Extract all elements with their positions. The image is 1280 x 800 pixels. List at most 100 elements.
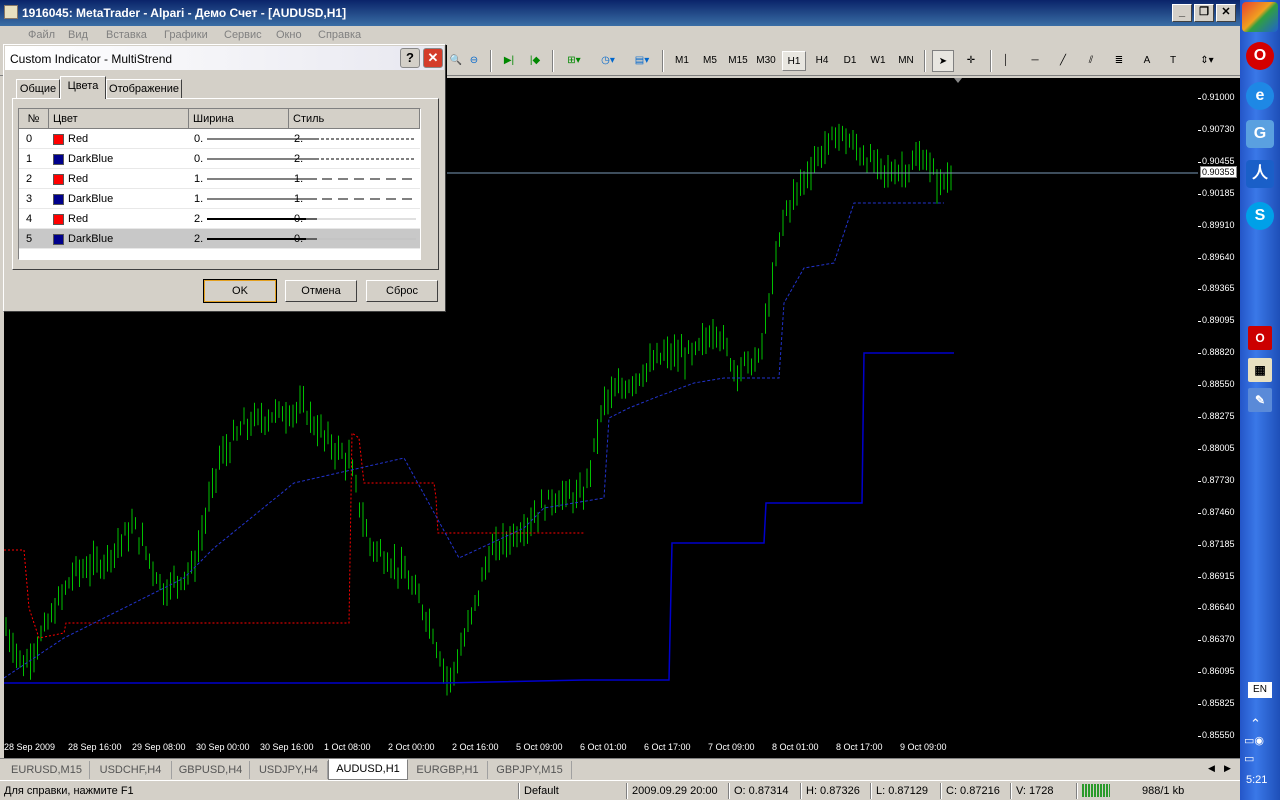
tab-eurusd-m15[interactable]: EURUSD,M15 xyxy=(4,761,90,779)
autoscroll-icon[interactable]: ▶| xyxy=(498,50,520,72)
menu-file[interactable]: Файл xyxy=(28,29,55,41)
color-swatch[interactable] xyxy=(53,194,64,205)
periods-icon[interactable]: ◷▾ xyxy=(594,50,622,72)
row-color-name[interactable]: DarkBlue xyxy=(68,229,113,249)
tab-display[interactable]: Отображение xyxy=(106,79,182,98)
minimize-button[interactable]: _ xyxy=(1172,4,1192,22)
row-width[interactable]: 1. xyxy=(194,189,203,209)
maximize-button[interactable]: ❐ xyxy=(1194,4,1214,22)
tab-usdjpy-h4[interactable]: USDJPY,H4 xyxy=(250,761,328,779)
width-preview-line xyxy=(207,238,317,240)
chart-shift-icon[interactable]: |◆ xyxy=(524,50,546,72)
menu-window[interactable]: Окно xyxy=(276,29,302,41)
tab-gbpjpy-m15[interactable]: GBPJPY,M15 xyxy=(488,761,572,779)
tab-gbpusd-h4[interactable]: GBPUSD,H4 xyxy=(172,761,250,779)
tab-scroll-left-icon[interactable]: ◀ xyxy=(1208,763,1215,774)
metatrader-task-icon[interactable]: ▦ xyxy=(1248,358,1272,382)
text-icon[interactable]: A xyxy=(1136,50,1158,72)
opera-task-icon[interactable]: O xyxy=(1248,326,1272,350)
skype-icon[interactable]: S xyxy=(1246,202,1274,230)
timeframe-m1[interactable]: M1 xyxy=(670,51,694,71)
trendline-icon[interactable]: ╱ xyxy=(1052,50,1074,72)
tab-usdchf-h4[interactable]: USDCHF,H4 xyxy=(90,761,172,779)
price-tick: 0.87185 xyxy=(1202,538,1235,549)
timeframe-h1[interactable]: H1 xyxy=(782,51,806,71)
row-width[interactable]: 2. xyxy=(194,209,203,229)
grid-row-4[interactable]: 4 Red 2. 0. xyxy=(19,209,420,229)
grid-row-0[interactable]: 0 Red 0. 2. xyxy=(19,129,420,149)
menu-tools[interactable]: Сервис xyxy=(224,29,262,41)
row-width[interactable]: 2. xyxy=(194,229,203,249)
internet-explorer-icon[interactable]: e xyxy=(1246,82,1274,110)
arrows-icon[interactable]: ⇕▾ xyxy=(1192,50,1222,72)
timeframe-w1[interactable]: W1 xyxy=(866,51,890,71)
clock[interactable]: 5:21 xyxy=(1246,774,1267,786)
price-axis: 0.91000 0.90730 0.90455 0.90185 0.89910 0.896… xyxy=(1198,78,1240,758)
chart-shift-marker[interactable] xyxy=(954,78,962,83)
timeframe-m15[interactable]: M15 xyxy=(726,51,750,71)
close-button[interactable]: ✕ xyxy=(1216,4,1236,22)
person-app-icon[interactable]: 人 xyxy=(1246,160,1274,188)
status-profile[interactable]: Default xyxy=(524,785,559,797)
tray-network-icon[interactable]: ▭◉ xyxy=(1244,734,1264,747)
zoom-out-icon[interactable]: ⊖ xyxy=(464,50,484,72)
windows-logo-icon[interactable] xyxy=(1242,2,1278,32)
row-width[interactable]: 1. xyxy=(194,169,203,189)
color-swatch[interactable] xyxy=(53,174,64,185)
reset-button[interactable]: Сброс xyxy=(366,280,438,302)
color-swatch[interactable] xyxy=(53,134,64,145)
row-width[interactable]: 0. xyxy=(194,129,203,149)
row-width[interactable]: 0. xyxy=(194,149,203,169)
tab-audusd-h1[interactable]: AUDUSD,H1 xyxy=(328,759,408,780)
price-tick: 0.89640 xyxy=(1202,251,1235,262)
metatrader-window: 1916045: MetaTrader - Alpari - Демо Счет… xyxy=(0,0,1240,800)
status-open: O: 0.87314 xyxy=(734,785,789,797)
app-shortcut-icon[interactable]: G xyxy=(1246,120,1274,148)
crosshair-icon[interactable]: ✛ xyxy=(960,50,982,72)
grid-row-3[interactable]: 3 DarkBlue 1. 1. xyxy=(19,189,420,209)
grid-row-1[interactable]: 1 DarkBlue 0. 2. xyxy=(19,149,420,169)
tab-general[interactable]: Общие xyxy=(16,79,60,98)
tray-icon-chevron[interactable]: ⌃ xyxy=(1250,716,1261,732)
vertical-line-icon[interactable]: │ xyxy=(996,50,1016,72)
color-swatch[interactable] xyxy=(53,234,64,245)
tray-monitor-icon[interactable]: ▭ xyxy=(1244,752,1254,765)
fibonacci-icon[interactable]: ≣ xyxy=(1108,50,1130,72)
row-color-name[interactable]: Red xyxy=(68,209,88,229)
row-color-name[interactable]: DarkBlue xyxy=(68,149,113,169)
timeframe-d1[interactable]: D1 xyxy=(838,51,862,71)
menu-insert[interactable]: Вставка xyxy=(106,29,147,41)
opera-icon[interactable]: O xyxy=(1246,42,1274,70)
timeframe-mn[interactable]: MN xyxy=(894,51,918,71)
language-indicator[interactable]: EN xyxy=(1248,682,1272,698)
tab-colors[interactable]: Цвета xyxy=(60,76,106,99)
help-button[interactable]: ? xyxy=(400,48,420,68)
ok-button[interactable]: OK xyxy=(203,279,277,303)
menu-charts[interactable]: Графики xyxy=(164,29,208,41)
horizontal-line-icon[interactable]: ─ xyxy=(1024,50,1046,72)
cursor-icon[interactable]: ➤ xyxy=(932,50,954,72)
paint-task-icon[interactable]: ✎ xyxy=(1248,388,1272,412)
tab-scroll-right-icon[interactable]: ▶ xyxy=(1224,763,1231,774)
channel-icon[interactable]: ⫽ xyxy=(1080,50,1102,72)
color-swatch[interactable] xyxy=(53,154,64,165)
row-number: 0 xyxy=(26,133,33,145)
add-indicator-icon[interactable]: ⊞▾ xyxy=(560,50,588,72)
row-color-name[interactable]: Red xyxy=(68,169,88,189)
timeframe-h4[interactable]: H4 xyxy=(810,51,834,71)
price-tick: 0.85825 xyxy=(1202,698,1235,709)
templates-icon[interactable]: ▤▾ xyxy=(628,50,656,72)
menu-view[interactable]: Вид xyxy=(68,29,88,41)
dialog-close-button[interactable]: ✕ xyxy=(423,48,443,68)
grid-row-5[interactable]: 5 DarkBlue 2. 0. xyxy=(19,229,420,249)
row-color-name[interactable]: DarkBlue xyxy=(68,189,113,209)
tab-eurgbp-h1[interactable]: EURGBP,H1 xyxy=(408,761,488,779)
timeframe-m30[interactable]: M30 xyxy=(754,51,778,71)
row-color-name[interactable]: Red xyxy=(68,129,88,149)
cancel-button[interactable]: Отмена xyxy=(285,280,357,302)
timeframe-m5[interactable]: M5 xyxy=(698,51,722,71)
menu-help[interactable]: Справка xyxy=(318,29,361,41)
color-swatch[interactable] xyxy=(53,214,64,225)
grid-row-2[interactable]: 2 Red 1. 1. xyxy=(19,169,420,189)
text-label-icon[interactable]: T xyxy=(1162,50,1184,72)
